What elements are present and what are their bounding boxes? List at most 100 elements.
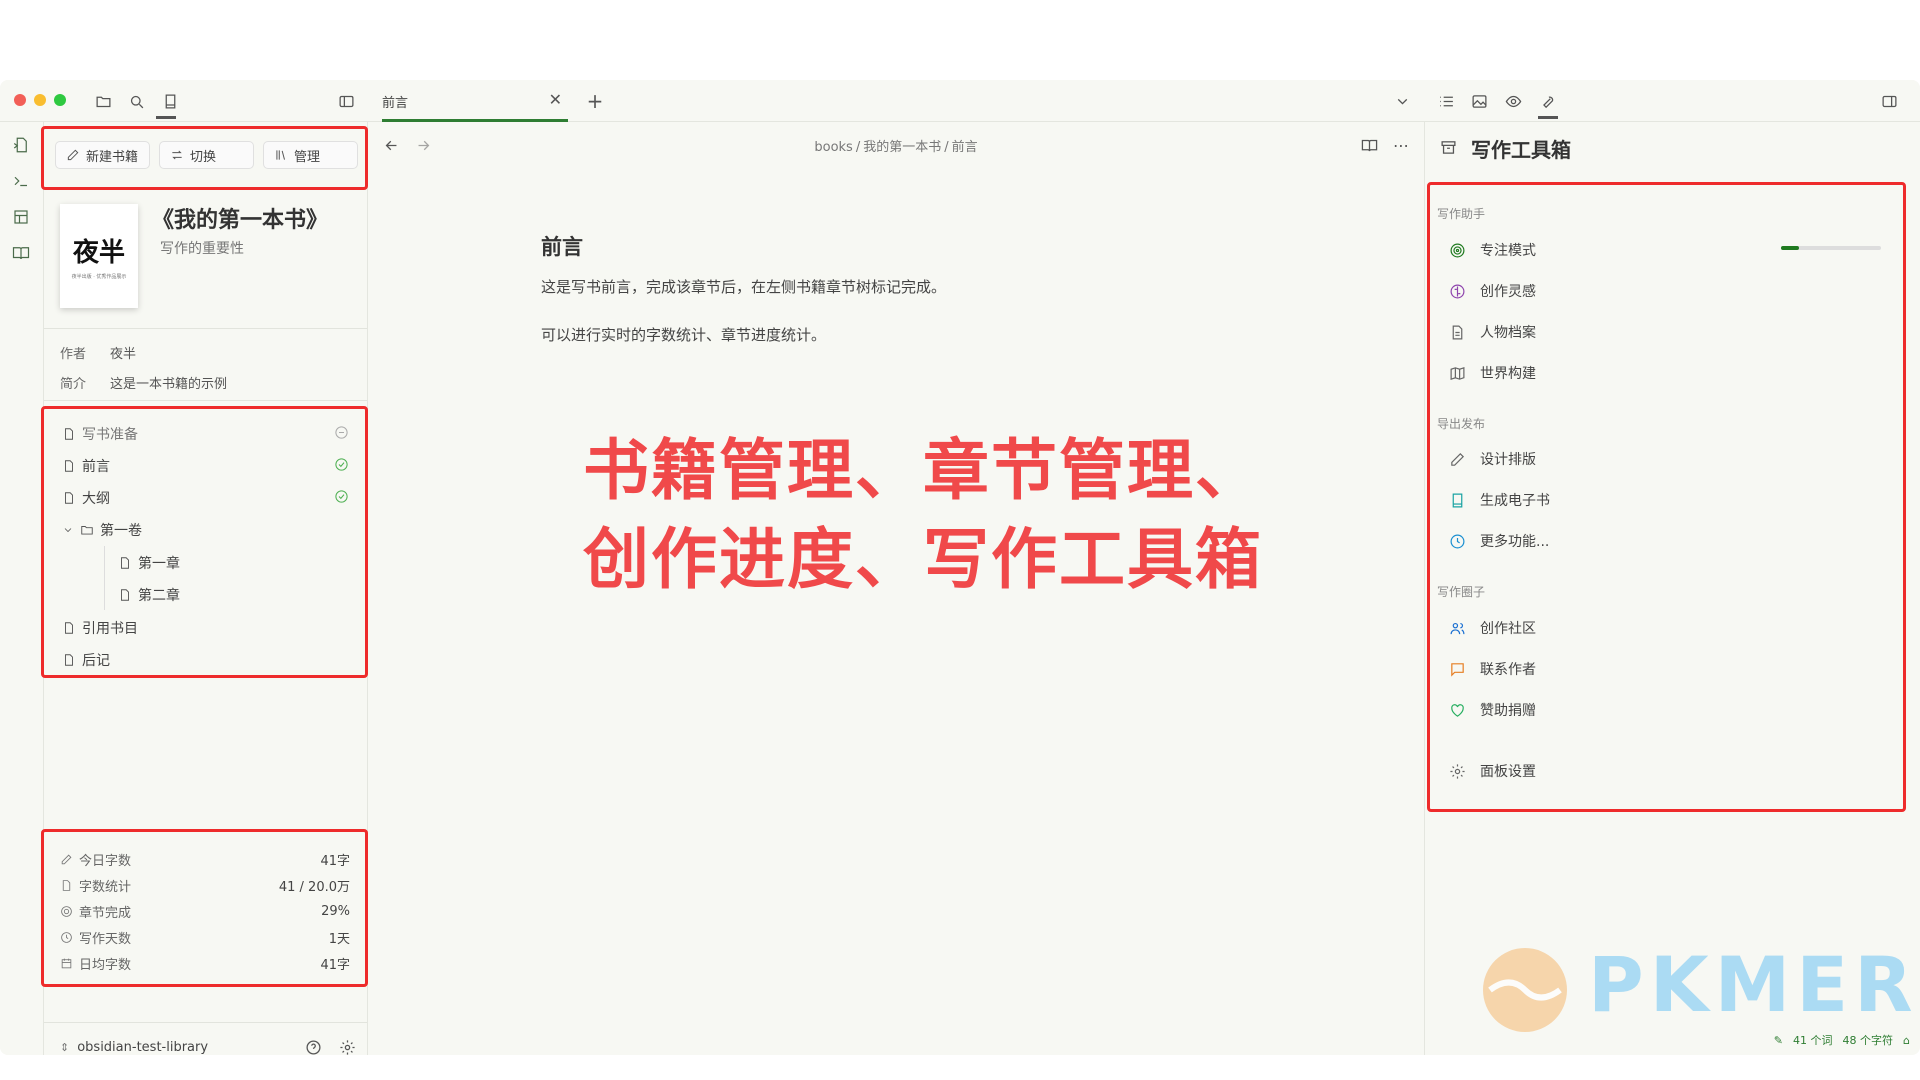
search-icon[interactable] [125, 90, 147, 112]
focus-slider-fill [1781, 246, 1799, 250]
tree-item-volume1[interactable]: 第一卷 [62, 520, 142, 540]
gear-icon[interactable] [336, 1036, 358, 1055]
community-item[interactable]: 创作社区 [1449, 618, 1536, 638]
close-tab-icon[interactable]: ✕ [549, 90, 562, 109]
archive-icon [1437, 136, 1459, 158]
target-icon [61, 906, 72, 917]
eye-icon[interactable] [1502, 90, 1524, 112]
inspiration-item[interactable]: 创作灵感 [1449, 281, 1536, 301]
panel-settings-item[interactable]: 面板设置 [1449, 761, 1536, 781]
new-tab-icon[interactable]: + [584, 89, 606, 113]
users-icon [1450, 622, 1465, 634]
title-bar: 前言 ✕ + [0, 80, 1920, 122]
calendar-icon [61, 958, 72, 969]
stat-chapter-done: 章节完成 29% [60, 902, 350, 921]
left-ribbon [0, 122, 44, 1055]
tree-item-chapter1[interactable]: 第一章 [118, 553, 180, 573]
stat-today: 今日字数 41字 [60, 850, 350, 869]
tree-item-outline[interactable]: 大纲 [62, 488, 110, 508]
sidebar-toggle-right-icon[interactable] [1878, 90, 1900, 112]
file-icon [65, 654, 73, 666]
stat-writing-days: 写作天数 1天 [60, 928, 350, 947]
breadcrumb-book[interactable]: 我的第一本书 [863, 140, 941, 155]
active-right-view-indicator [1538, 116, 1558, 119]
chevron-down-icon[interactable] [1391, 90, 1413, 112]
donate-item[interactable]: 赞助捐赠 [1449, 700, 1536, 720]
new-book-button[interactable]: 新建书籍 [55, 141, 150, 169]
sync-icon[interactable]: ⌂ [1903, 1034, 1910, 1047]
minimize-window-button[interactable] [34, 94, 46, 106]
document-paragraph: 可以进行实时的字数统计、章节进度统计。 [541, 326, 827, 344]
pkmer-watermark: PKMER [1470, 930, 1913, 1050]
document-icon [1452, 325, 1463, 339]
pencil-icon [61, 854, 72, 865]
clock-icon [1450, 534, 1465, 548]
open-book-icon[interactable] [12, 244, 32, 264]
file-icon [65, 428, 73, 440]
tree-item-prep[interactable]: 写书准备 [62, 424, 138, 444]
wrench-icon[interactable] [1536, 90, 1558, 112]
active-view-indicator [156, 116, 176, 119]
folder-icon[interactable] [92, 90, 114, 112]
cover-subtitle: 夜半出版 · 优秀作品展示 [71, 274, 127, 280]
intro-row: 简介 这是一本书籍的示例 [60, 377, 228, 392]
stat-word-count: 字数统计 41 / 20.0万 [60, 876, 350, 895]
book-icon[interactable] [159, 90, 181, 112]
switch-button[interactable]: 切换 [159, 141, 254, 169]
manage-button[interactable]: 管理 [263, 141, 358, 169]
divider [44, 400, 367, 401]
more-features-item[interactable]: 更多功能... [1449, 531, 1549, 551]
characters-item[interactable]: 人物档案 [1449, 322, 1536, 342]
list-icon[interactable] [1435, 90, 1457, 112]
maximize-window-button[interactable] [54, 94, 66, 106]
section-export: 导出发布 [1437, 417, 1486, 431]
section-writing-circle: 写作圈子 [1437, 585, 1486, 599]
file-icon [65, 460, 73, 472]
target-icon [1450, 243, 1465, 257]
close-window-button[interactable] [14, 94, 26, 106]
sidebar-toggle-left-icon[interactable] [335, 90, 357, 112]
more-options-icon[interactable]: ⋯ [1390, 134, 1412, 156]
divider [44, 328, 367, 329]
reading-view-icon[interactable] [1358, 134, 1380, 156]
document-heading: 前言 [541, 235, 583, 259]
design-layout-item[interactable]: 设计排版 [1449, 449, 1536, 469]
focus-mode-item[interactable]: 专注模式 [1449, 240, 1536, 260]
map-icon [1450, 366, 1465, 380]
tree-guide [104, 546, 105, 610]
pencil-icon [1451, 452, 1465, 466]
world-building-item[interactable]: 世界构建 [1449, 363, 1536, 383]
gear-icon [1450, 763, 1465, 779]
tree-item-afterword[interactable]: 后记 [62, 650, 110, 670]
done-status-icon[interactable] [334, 489, 349, 504]
contact-author-item[interactable]: 联系作者 [1449, 659, 1536, 679]
tree-item-references[interactable]: 引用书目 [62, 618, 138, 638]
breadcrumb-books[interactable]: books [814, 140, 852, 155]
file-icon [121, 557, 129, 569]
file-icon [65, 622, 73, 634]
generate-ebook-item[interactable]: 生成电子书 [1449, 490, 1550, 510]
tree-item-preface[interactable]: 前言 [62, 456, 110, 476]
file-icon [62, 880, 71, 891]
pending-status-icon[interactable] [334, 425, 349, 440]
app-window: 前言 ✕ + 新建书籍 切换 管理 夜半 夜半出版 · 优秀作品展示 《我的第一… [0, 80, 1920, 1055]
file-icon [65, 492, 73, 504]
help-icon[interactable] [302, 1036, 324, 1055]
panel-title: 写作工具箱 [1471, 138, 1571, 162]
vault-name: obsidian-test-library [77, 1040, 209, 1055]
terminal-icon[interactable] [12, 172, 32, 192]
edit-icon [67, 149, 79, 161]
vault-switcher[interactable]: ⇕ obsidian-test-library [60, 1040, 208, 1055]
cover-title: 夜半 [72, 238, 125, 268]
image-icon[interactable] [1468, 90, 1490, 112]
message-icon [1451, 662, 1464, 677]
tab-preface[interactable]: 前言 ✕ [382, 80, 568, 122]
pkmer-logo-icon [1483, 948, 1567, 1032]
open-file-icon[interactable] [12, 136, 32, 156]
layout-icon[interactable] [12, 208, 32, 228]
focus-slider[interactable] [1781, 246, 1881, 250]
book-cover[interactable]: 夜半 夜半出版 · 优秀作品展示 [60, 204, 138, 308]
tree-item-chapter2[interactable]: 第二章 [118, 585, 180, 605]
breadcrumb-current[interactable]: 前言 [952, 140, 978, 155]
done-status-icon[interactable] [334, 457, 349, 472]
